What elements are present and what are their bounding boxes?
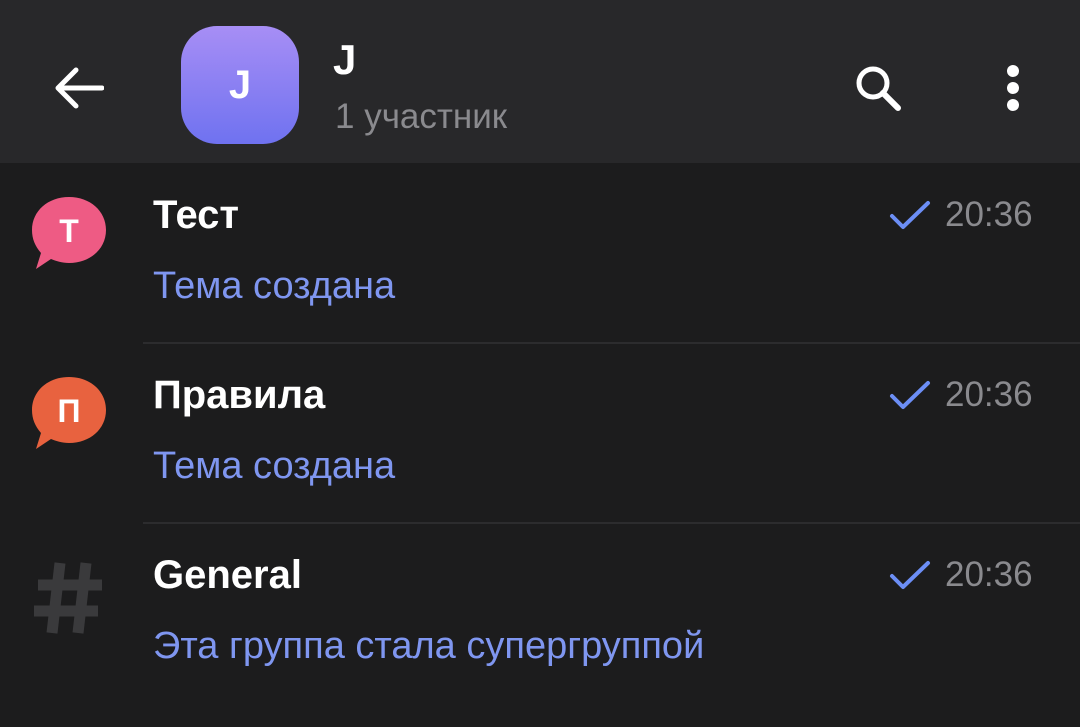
more-vertical-icon: [1007, 65, 1019, 111]
check-icon: [890, 201, 930, 229]
topic-name: General: [153, 553, 302, 597]
svg-text:Т: Т: [59, 213, 79, 249]
topic-row[interactable]: General Эта группа стала супергруппой 20…: [0, 523, 1080, 703]
topic-last-message: Тема создана: [153, 445, 396, 487]
back-button[interactable]: [38, 48, 118, 128]
topic-icon: [28, 555, 110, 637]
arrow-left-icon: [55, 67, 104, 109]
topic-icon: П: [28, 373, 110, 455]
topic-row[interactable]: П Правила Тема создана 20:36: [0, 343, 1080, 523]
chat-title[interactable]: J: [333, 36, 356, 84]
more-options-button[interactable]: [973, 48, 1053, 128]
topic-name: Правила: [153, 373, 326, 417]
topic-time: 20:36: [945, 375, 1033, 414]
check-icon: [890, 561, 930, 589]
hash-icon: [34, 562, 102, 634]
chat-avatar[interactable]: J: [181, 26, 299, 144]
search-button[interactable]: [838, 48, 918, 128]
chat-member-count: 1 участник: [335, 97, 508, 136]
topic-last-message: Тема создана: [153, 265, 396, 307]
topic-time: 20:36: [945, 195, 1033, 234]
search-icon: [856, 66, 901, 111]
top-bar: J J 1 участник: [0, 0, 1080, 163]
topic-icon: Т: [28, 193, 110, 275]
topic-bubble-icon: П: [32, 377, 106, 449]
topic-time: 20:36: [945, 555, 1033, 594]
topic-last-message: Эта группа стала супергруппой: [153, 625, 705, 667]
chat-avatar-letter: J: [228, 62, 252, 107]
svg-text:П: П: [58, 393, 81, 429]
topic-row[interactable]: Т Тест Тема создана 20:36: [0, 163, 1080, 343]
check-icon: [890, 381, 930, 409]
topic-bubble-icon: Т: [32, 197, 106, 269]
topic-name: Тест: [153, 193, 239, 237]
